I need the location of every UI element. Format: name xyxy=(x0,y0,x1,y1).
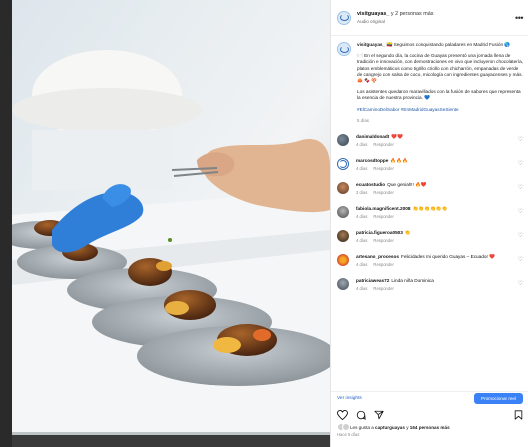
comment-time: 3 días xyxy=(356,190,368,196)
caption-username[interactable]: visitguayas_ xyxy=(357,42,385,47)
caption-line2: 🍽️ En el segundo día, la cocina de Guaya… xyxy=(357,53,523,84)
liker-avatar[interactable] xyxy=(342,423,350,431)
reply-link[interactable]: Responder xyxy=(373,286,394,291)
likes-user[interactable]: capturguayas xyxy=(375,425,405,430)
reply-link[interactable]: Responder xyxy=(373,190,394,195)
comment-username[interactable]: artesano_procesos xyxy=(356,254,399,259)
reply-link[interactable]: Responder xyxy=(373,142,394,147)
post-username-line: visitguayas_ y 2 personas más xyxy=(357,11,515,17)
comment-icon[interactable] xyxy=(356,410,366,420)
comment-username[interactable]: ecuatostudio xyxy=(356,182,385,187)
commenter-avatar[interactable] xyxy=(337,206,349,219)
post-date: Hace 5 días xyxy=(337,432,360,437)
comment-text: Que genial!!! 🔥❤️ xyxy=(387,182,427,188)
save-bookmark-icon[interactable] xyxy=(514,410,523,420)
comment-item: artesano_procesos Felicidades mi querido … xyxy=(337,254,523,268)
comment-text: 👏👏👏👏👏👏 xyxy=(412,206,448,212)
like-comment-heart-icon[interactable]: ♡ xyxy=(515,136,523,143)
comment-username[interactable]: patricia.figueroa0503 xyxy=(356,230,403,235)
comment-time: 4 días xyxy=(356,142,368,148)
like-heart-icon[interactable] xyxy=(337,410,348,420)
likes-summary: Les gusta a capturguayas y 164 personas … xyxy=(337,423,527,431)
audio-label[interactable]: Audio original xyxy=(357,19,515,24)
caption-hashtags[interactable]: #ElCaminoDelSabor #EnMadridGuayasSeSient… xyxy=(357,107,523,113)
like-comment-heart-icon[interactable]: ♡ xyxy=(515,280,523,287)
likes-middle: y xyxy=(406,424,409,430)
comment-item: marcosdtoppe 🔥🔥🔥 4 días Responder ♡ xyxy=(337,158,523,172)
post-photo[interactable] xyxy=(12,0,330,447)
like-comment-heart-icon[interactable]: ♡ xyxy=(515,208,523,215)
commenter-avatar[interactable] xyxy=(337,134,349,147)
comment-time: 4 días xyxy=(356,214,368,220)
commenter-avatar[interactable] xyxy=(337,158,349,171)
like-comment-heart-icon[interactable]: ♡ xyxy=(515,160,523,167)
commenter-avatar[interactable] xyxy=(337,254,349,267)
comment-time: 4 días xyxy=(356,166,368,172)
comment-text: Felicidades mi querido Guayas – Ecuador … xyxy=(401,254,496,260)
commenter-avatar[interactable] xyxy=(337,278,349,291)
reply-link[interactable]: Responder xyxy=(373,262,394,267)
reply-link[interactable]: Responder xyxy=(373,214,394,219)
post-header: visitguayas_ y 2 personas más Audio orig… xyxy=(331,0,528,36)
comment-username[interactable]: fabiola.magnificent.2008 xyxy=(356,206,410,211)
view-insights-link[interactable]: Ver insights xyxy=(337,396,362,401)
comment-time: 4 días xyxy=(356,238,368,244)
collab-text[interactable]: y 2 personas más xyxy=(391,11,434,17)
reply-link[interactable]: Responder xyxy=(373,166,394,171)
comment-item: fabiola.magnificent.2008 👏👏👏👏👏👏 4 días Res… xyxy=(337,206,523,220)
post-detail-panel: visitguayas_ y 2 personas más Audio orig… xyxy=(330,0,528,447)
like-comment-heart-icon[interactable]: ♡ xyxy=(515,184,523,191)
comment-time: 4 días xyxy=(356,286,368,292)
comment-username[interactable]: marcosdtoppe xyxy=(356,158,388,163)
plated-food-photo xyxy=(12,0,330,447)
comment-item: patricia.figueroa0503 👏 4 días Responder ♡ xyxy=(337,230,523,244)
post-username[interactable]: visitguayas_ xyxy=(357,11,389,17)
comment-text: ❤️❤️ xyxy=(391,134,404,140)
caption-line1: 🇪🇨 Seguimos conquistando paladares en Ma… xyxy=(386,42,511,47)
commenter-avatar[interactable] xyxy=(337,182,349,195)
commenter-avatar[interactable] xyxy=(337,230,349,243)
caption-time: 5 días xyxy=(357,117,369,123)
caption-line3: Los asistentes quedaron maravillados con… xyxy=(357,89,521,101)
comment-time: 4 días xyxy=(356,262,368,268)
caption-avatar[interactable] xyxy=(337,42,351,56)
more-options-icon[interactable]: ••• xyxy=(515,13,523,22)
like-comment-heart-icon[interactable]: ♡ xyxy=(515,256,523,263)
comment-username[interactable]: patriciaweas72 xyxy=(356,278,389,283)
account-avatar[interactable] xyxy=(337,10,351,25)
comment-text: 👏 xyxy=(404,230,411,236)
comments-scroll-area[interactable]: visitguayas_ 🇪🇨 Seguimos conquistando pa… xyxy=(331,36,528,382)
comment-item: danimaldonadt ❤️❤️ 4 días Responder ♡ xyxy=(337,134,523,148)
like-comment-heart-icon[interactable]: ♡ xyxy=(515,232,523,239)
share-icon[interactable] xyxy=(374,410,384,420)
comment-text: Linda niña Dominica xyxy=(391,278,434,284)
comment-text: 🔥🔥🔥 xyxy=(390,158,408,164)
likes-prefix: Les gusta a xyxy=(350,424,374,430)
insights-bar: Ver insights Promocionar reel xyxy=(331,391,528,405)
comment-item: patriciaweas72 Linda niña Dominica 4 días… xyxy=(337,278,523,292)
comment-item: ecuatostudio Que genial!!! 🔥❤️ 3 días Resp… xyxy=(337,182,523,196)
likes-others[interactable]: 164 personas más xyxy=(410,425,450,430)
window-left-edge xyxy=(0,0,12,447)
post-actions xyxy=(331,408,528,422)
comment-username[interactable]: danimaldonadt xyxy=(356,134,389,139)
caption-block: visitguayas_ 🇪🇨 Seguimos conquistando pa… xyxy=(337,42,523,124)
reply-link[interactable]: Responder xyxy=(373,238,394,243)
promote-reel-button[interactable]: Promocionar reel xyxy=(474,393,523,404)
